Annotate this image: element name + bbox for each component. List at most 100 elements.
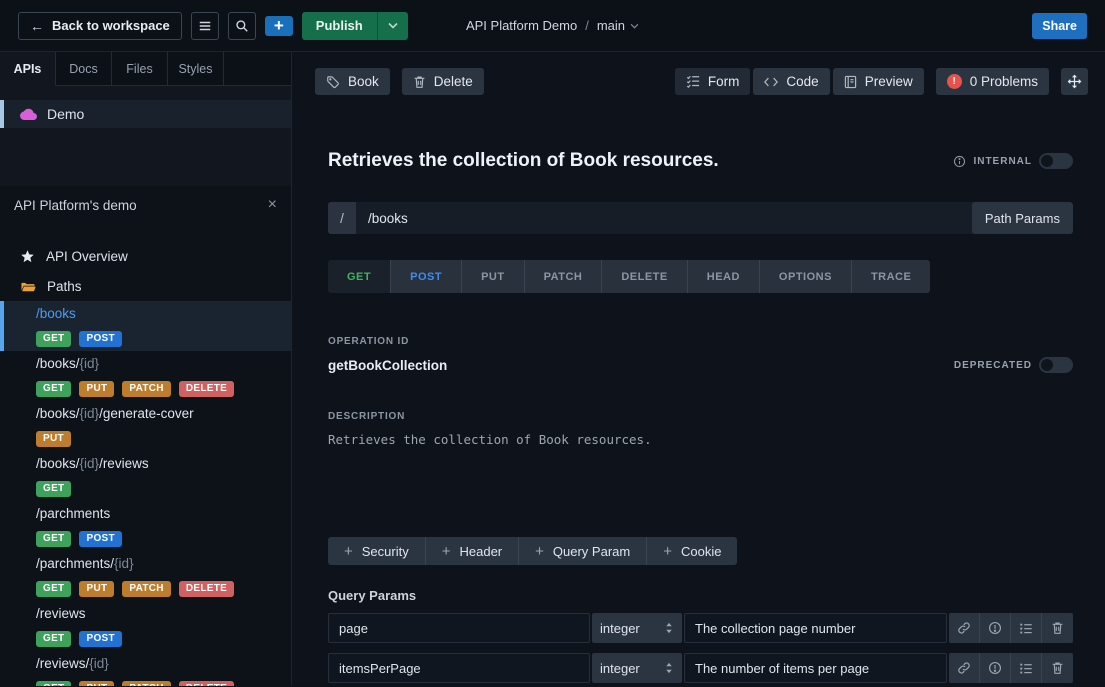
param-trash-button[interactable] [1042, 653, 1073, 683]
param-link-button[interactable] [949, 613, 980, 643]
menu-button[interactable] [191, 12, 219, 40]
problems-label: 0 Problems [970, 74, 1038, 89]
folder-icon [20, 280, 36, 293]
param-list-button[interactable] [1011, 653, 1042, 683]
method-badge-get: GET [36, 681, 71, 687]
breadcrumb: API Platform Demo / main [466, 18, 639, 33]
method-badge-patch: PATCH [122, 381, 170, 397]
param-type-select[interactable]: integer [592, 613, 682, 643]
sidebar: APIsDocsFilesStyles Demo API Platform's … [0, 52, 292, 686]
method-tab-patch[interactable]: PATCH [525, 260, 603, 293]
sidebar-item-paths-label: Paths [47, 279, 82, 294]
description-label: DESCRIPTION [328, 411, 1073, 422]
description-text[interactable]: Retrieves the collection of Book resourc… [328, 432, 1073, 447]
tab-styles[interactable]: Styles [168, 52, 224, 86]
param-link-button[interactable] [949, 653, 980, 683]
breadcrumb-separator: / [585, 18, 589, 33]
topbar: ← Back to workspace + Publish [0, 0, 1105, 52]
sidebar-tabs: APIsDocsFilesStyles [0, 52, 291, 86]
method-tab-head[interactable]: HEAD [688, 260, 760, 293]
path-editor-row: / /books Path Params [328, 202, 1073, 234]
path-input[interactable]: /books [356, 211, 408, 226]
add-query-param-button[interactable]: +Query Param [519, 537, 647, 565]
add-header-button[interactable]: +Header [426, 537, 519, 565]
branch-selector[interactable]: main [597, 18, 639, 33]
internal-toggle[interactable] [1039, 153, 1073, 169]
path-method-badges: GET [36, 476, 291, 501]
param-actions [949, 653, 1073, 683]
param-warning-button[interactable] [980, 613, 1011, 643]
back-arrow-icon: ← [30, 18, 44, 34]
view-mode-code[interactable]: Code [753, 68, 829, 95]
param-name-input[interactable] [328, 613, 590, 643]
param-trash-button[interactable] [1042, 613, 1073, 643]
sidebar-item-api-overview[interactable]: API Overview [0, 243, 291, 269]
sidebar-path-item[interactable]: /books/{id}/generate-coverPUT [0, 401, 291, 451]
param-type-select[interactable]: integer [592, 653, 682, 683]
publish-button[interactable]: Publish [302, 12, 408, 40]
method-tab-get[interactable]: GET [328, 260, 391, 293]
add-security-button[interactable]: +Security [328, 537, 426, 565]
toolbar-right-group: FormCodePreview ! 0 Problems [675, 68, 1088, 95]
method-badge-put: PUT [79, 681, 114, 687]
close-icon[interactable]: × [268, 197, 277, 213]
method-tab-post[interactable]: POST [391, 260, 462, 293]
internal-toggle-group: INTERNAL [953, 153, 1073, 169]
toolbar-left-group: Book Delete [315, 68, 484, 95]
tab-files[interactable]: Files [112, 52, 168, 86]
method-badge-put: PUT [79, 381, 114, 397]
share-button[interactable]: Share [1032, 13, 1087, 39]
tab-docs[interactable]: Docs [56, 52, 112, 86]
sidebar-path-item[interactable]: /parchments/{id}GETPUTPATCHDELETE [0, 551, 291, 601]
back-to-workspace-button[interactable]: ← Back to workspace [18, 12, 182, 40]
method-tab-trace[interactable]: TRACE [852, 260, 930, 293]
method-tab-put[interactable]: PUT [462, 260, 525, 293]
add-button-label: Cookie [681, 544, 721, 559]
method-tab-options[interactable]: OPTIONS [760, 260, 852, 293]
breadcrumb-project[interactable]: API Platform Demo [466, 18, 577, 33]
path-name: /books [36, 301, 291, 326]
sidebar-path-item[interactable]: /books/{id}/reviewsGET [0, 451, 291, 501]
method-tab-delete[interactable]: DELETE [602, 260, 687, 293]
sidebar-path-item[interactable]: /booksGETPOST [0, 301, 291, 351]
sidebar-item-demo[interactable]: Demo [0, 100, 291, 128]
sidebar-path-item[interactable]: /books/{id}GETPUTPATCHDELETE [0, 351, 291, 401]
sidebar-item-paths[interactable]: Paths [0, 273, 291, 299]
sidebar-item-demo-label: Demo [47, 106, 84, 122]
path-method-badges: GETPOST [36, 526, 291, 551]
view-mode-preview[interactable]: Preview [833, 68, 924, 95]
paths-list: /booksGETPOST/books/{id}GETPUTPATCHDELET… [0, 301, 291, 686]
move-button[interactable] [1061, 68, 1088, 95]
add-button[interactable]: + [265, 16, 293, 36]
operation-toolbar: Book Delete FormCodePreview ! 0 Problems [315, 68, 1088, 95]
move-icon [1067, 74, 1082, 89]
operation-id-value[interactable]: getBookCollection [328, 358, 447, 373]
deprecated-toggle[interactable] [1039, 357, 1073, 373]
param-warning-button[interactable] [980, 653, 1011, 683]
problems-button[interactable]: ! 0 Problems [936, 68, 1049, 95]
sidebar-path-item[interactable]: /reviewsGETPOST [0, 601, 291, 651]
method-badge-get: GET [36, 631, 71, 647]
method-badge-get: GET [36, 581, 71, 597]
path-name: /books/{id}/reviews [36, 451, 291, 476]
param-description-input[interactable] [684, 613, 947, 643]
deprecated-label: DEPRECATED [954, 360, 1032, 371]
project-header: API Platform's demo × [0, 186, 291, 223]
sidebar-path-item[interactable]: /reviews/{id}GETPUTPATCHDELETE [0, 651, 291, 686]
sidebar-path-item[interactable]: /parchmentsGETPOST [0, 501, 291, 551]
operation-title-row: Retrieves the collection of Book resourc… [328, 150, 1073, 172]
param-name-input[interactable] [328, 653, 590, 683]
view-mode-form[interactable]: Form [675, 68, 751, 95]
tab-apis[interactable]: APIs [0, 52, 56, 86]
delete-button[interactable]: Delete [402, 68, 484, 95]
chevron-down-icon [630, 23, 639, 29]
param-actions [949, 613, 1073, 643]
param-list-button[interactable] [1011, 613, 1042, 643]
add-cookie-button[interactable]: +Cookie [647, 537, 737, 565]
plus-icon: + [442, 543, 451, 560]
tag-book-button[interactable]: Book [315, 68, 390, 95]
param-description-input[interactable] [684, 653, 947, 683]
link-icon [957, 661, 971, 675]
search-button[interactable] [228, 12, 256, 40]
path-params-button[interactable]: Path Params [972, 202, 1073, 234]
